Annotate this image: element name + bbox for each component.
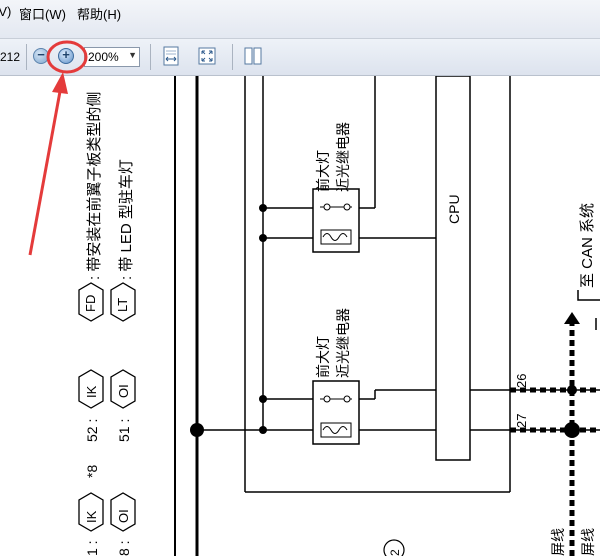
legend-oi-1: OI — [116, 384, 131, 398]
legend-num-a: 1 : — [84, 540, 100, 556]
legend-lt-code: LT — [115, 297, 130, 312]
legend-ik-2: IK — [84, 510, 99, 523]
legend-num-52: 52 : — [84, 418, 100, 442]
legend-ik-1: IK — [84, 385, 99, 398]
relay1-label-line2: 近光继电器 — [335, 122, 351, 192]
relay1-label-line1: 前大灯 — [315, 150, 331, 192]
legend-oi-2: OI — [116, 509, 131, 523]
pin-26-label: 26 — [514, 373, 529, 388]
shield-wire-label-2: 屏线 — [580, 528, 596, 556]
legend-num-51: 51 : — [116, 418, 132, 442]
legend-num-b: 8 : — [116, 540, 132, 556]
legend-lt-desc: : 带 LED 型驻车灯 — [118, 159, 135, 280]
circle-2-label: 2 — [388, 549, 402, 556]
cpu-label: CPU — [446, 194, 462, 224]
relay2-label-line1: 前大灯 — [315, 336, 331, 378]
legend-fd-code: FD — [83, 294, 98, 312]
legend-star: *8 — [84, 464, 100, 478]
highlight-circle — [46, 40, 88, 74]
can-system-label: 至 CAN 系统 — [579, 202, 596, 288]
shield-wire-label-1: 屏线 — [550, 528, 566, 556]
pin-27-label: 27 — [514, 413, 529, 428]
relay2-label-line2: 近光继电器 — [335, 308, 351, 378]
legend-fd-desc: : 带安装在前翼子板类型的侧 — [86, 91, 103, 280]
